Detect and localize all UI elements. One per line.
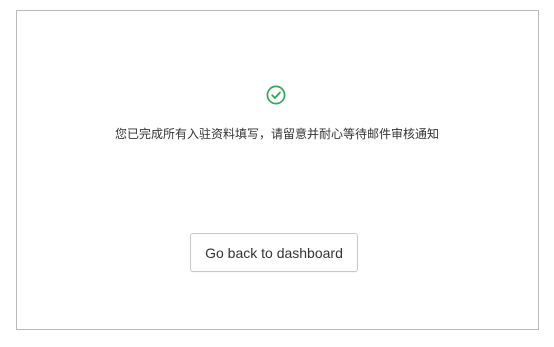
completion-message: 您已完成所有入驻资料填写，请留意并耐心等待邮件审核通知 [114, 127, 439, 141]
check-circle-icon [266, 85, 286, 105]
completion-card [16, 10, 539, 330]
back-to-dashboard-button[interactable]: Go back to dashboard [190, 233, 358, 272]
